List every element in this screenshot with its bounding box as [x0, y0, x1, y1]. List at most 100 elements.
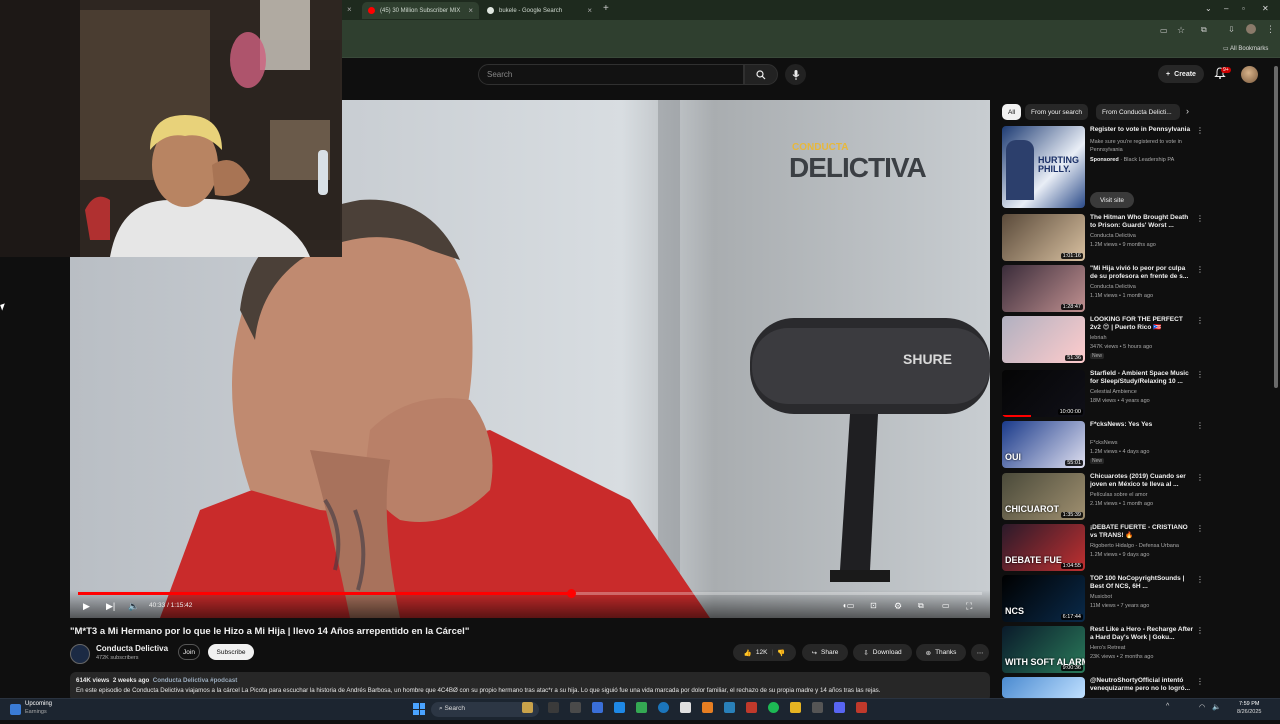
- app-icon-10[interactable]: [856, 702, 867, 713]
- more-vert-icon[interactable]: ⋮: [1196, 421, 1204, 430]
- video-thumbnail[interactable]: 1:01:16: [1002, 214, 1085, 261]
- all-bookmarks-button[interactable]: ▭ All Bookmarks: [1223, 45, 1268, 52]
- profile-icon[interactable]: [1246, 24, 1256, 34]
- app-icon-1[interactable]: [522, 702, 533, 713]
- video-thumbnail[interactable]: [1002, 677, 1085, 698]
- channel-name[interactable]: Conducta Delictiva: [1090, 233, 1136, 239]
- app-icon-6[interactable]: [702, 702, 713, 713]
- bookmark-star-icon[interactable]: ☆: [1177, 25, 1185, 36]
- more-vert-icon[interactable]: ⋮: [1196, 126, 1204, 135]
- video-title[interactable]: Chicuarotes (2019) Cuando ser joven en M…: [1090, 473, 1194, 489]
- close-window-icon[interactable]: ✕: [1262, 4, 1269, 13]
- widget-title[interactable]: Upcoming: [25, 701, 52, 707]
- channel-name[interactable]: Musicbot: [1090, 594, 1112, 600]
- visit-site-button[interactable]: Visit site: [1090, 192, 1134, 208]
- more-vert-icon[interactable]: ⋮: [1196, 677, 1204, 686]
- video-title[interactable]: Starfield - Ambient Space Music for Slee…: [1090, 370, 1194, 386]
- app-icon-5[interactable]: [680, 702, 691, 713]
- channel-name[interactable]: Rigoberto Hidalgo - Defensa Urbana: [1090, 543, 1179, 549]
- chrome-icon[interactable]: [658, 702, 669, 713]
- video-title[interactable]: Rest Like a Hero - Recharge After a Hard…: [1090, 626, 1194, 642]
- browser-menu-icon[interactable]: ⋮: [1266, 24, 1275, 35]
- fullscreen-icon[interactable]: ⛶: [966, 601, 972, 612]
- video-thumbnail[interactable]: CHICUAROT 1:35:39: [1002, 473, 1085, 520]
- volume-icon[interactable]: 🔈: [1212, 703, 1221, 711]
- video-thumbnail[interactable]: 10:00:00: [1002, 370, 1085, 417]
- download-button[interactable]: ⇩ Download: [853, 644, 912, 661]
- play-icon[interactable]: ▶: [83, 601, 90, 612]
- recommendation-item[interactable]: WITH SOFT ALARM 9:00:36 Rest Like a Hero -…: [1002, 626, 1204, 673]
- tray-chevron-icon[interactable]: ^: [1166, 703, 1169, 710]
- edge-icon[interactable]: [614, 702, 625, 713]
- video-title[interactable]: TOP 100 NoCopyrightSounds | Best Of NCS,…: [1090, 575, 1194, 591]
- recommendation-item[interactable]: CHICUAROT 1:35:39 Chicuarotes (2019) Cuand…: [1002, 473, 1204, 520]
- more-vert-icon[interactable]: ⋮: [1196, 214, 1204, 223]
- chip-from-your-search[interactable]: From your search: [1025, 104, 1088, 120]
- close-tab-icon[interactable]: ×: [468, 6, 473, 15]
- more-actions-button[interactable]: ⋯: [971, 644, 989, 661]
- video-title[interactable]: F*cksNews: Yes Yes: [1090, 421, 1194, 429]
- app-icon-9[interactable]: [812, 702, 823, 713]
- thanks-button[interactable]: ⊛ Thanks: [916, 644, 966, 661]
- description-tags[interactable]: Conducta Delictiva #podcast: [153, 677, 238, 684]
- progress-scrubber[interactable]: [566, 589, 576, 598]
- channel-name[interactable]: Celestial Ambience: [1090, 389, 1137, 395]
- recommendation-item[interactable]: OUI 55:01 F*cksNews: Yes Yes F*cksNews 1.2M …: [1002, 421, 1204, 468]
- recommendation-item[interactable]: 1:28:47 "Mi Hija vivió lo peor por culpa …: [1002, 265, 1204, 312]
- like-dislike-button[interactable]: 👍 12K | 👎: [733, 644, 796, 661]
- app-icon-4[interactable]: [636, 702, 647, 713]
- more-vert-icon[interactable]: ⋮: [1196, 265, 1204, 274]
- video-thumbnail[interactable]: 1:28:47: [1002, 265, 1085, 312]
- channel-name[interactable]: Conducta Delictiva: [96, 644, 168, 653]
- search-button[interactable]: [744, 64, 778, 85]
- tab-google-search[interactable]: bukele - Google Search ×: [481, 2, 598, 19]
- video-title[interactable]: @NeutroShortyOfficial intentó venequizar…: [1090, 677, 1194, 693]
- subtitles-icon[interactable]: ⊡: [870, 601, 877, 610]
- video-thumbnail[interactable]: WITH SOFT ALARM 9:00:36: [1002, 626, 1085, 673]
- channel-name[interactable]: F*cksNews: [1090, 440, 1118, 446]
- recommendation-item[interactable]: NCS 6:17:44 TOP 100 NoCopyrightSounds | Be…: [1002, 575, 1204, 622]
- extensions-icon[interactable]: ⧉: [1201, 25, 1207, 35]
- video-thumbnail[interactable]: 51:36: [1002, 316, 1085, 363]
- search-input[interactable]: Search: [478, 64, 744, 85]
- subscribe-button[interactable]: Subscribe: [208, 644, 254, 660]
- close-tab-icon[interactable]: ×: [587, 6, 592, 15]
- channel-name[interactable]: Conducta Delictiva: [1090, 284, 1136, 290]
- chip-all[interactable]: All: [1002, 104, 1022, 120]
- tab-search-icon[interactable]: ⌄: [1205, 4, 1212, 13]
- next-icon[interactable]: ▶|: [106, 601, 115, 612]
- video-thumbnail[interactable]: DEBATE FUE 1:04:55: [1002, 524, 1085, 571]
- recommendation-item[interactable]: 51:36 LOOKING FOR THE PERFECT 2v2 😍 | Pue…: [1002, 316, 1204, 363]
- video-thumbnail[interactable]: NCS 6:17:44: [1002, 575, 1085, 622]
- cast-icon[interactable]: ▭: [1160, 26, 1168, 35]
- dislike-icon[interactable]: 👎: [777, 649, 785, 657]
- voice-search-button[interactable]: [785, 64, 806, 85]
- miniplayer-icon[interactable]: ⧉: [918, 601, 924, 611]
- channel-name[interactable]: Películas sobre el amor: [1090, 492, 1147, 498]
- close-tab-icon[interactable]: ×: [347, 5, 352, 14]
- more-vert-icon[interactable]: ⋮: [1196, 316, 1204, 325]
- new-tab-icon[interactable]: +: [603, 3, 609, 14]
- app-icon-2[interactable]: [570, 702, 581, 713]
- recommendation-item[interactable]: 1:01:16 The Hitman Who Brought Death to P…: [1002, 214, 1204, 261]
- recommendation-item[interactable]: 10:00:00 Starfield - Ambient Space Music …: [1002, 370, 1204, 417]
- windows-start-icon[interactable]: [413, 703, 425, 715]
- account-avatar[interactable]: [1241, 66, 1258, 83]
- more-vert-icon[interactable]: ⋮: [1196, 575, 1204, 584]
- clock-time[interactable]: 7:59 PM: [1239, 701, 1259, 707]
- app-icon-7[interactable]: [724, 702, 735, 713]
- more-vert-icon[interactable]: ⋮: [1196, 524, 1204, 533]
- channel-avatar[interactable]: [70, 644, 90, 664]
- app-icon-8[interactable]: [746, 702, 757, 713]
- autoplay-toggle-icon[interactable]: ◖▭: [842, 601, 854, 610]
- task-view-icon[interactable]: [548, 702, 559, 713]
- video-thumbnail[interactable]: OUI 55:01: [1002, 421, 1085, 468]
- share-button[interactable]: ↪ Share: [802, 644, 848, 661]
- more-vert-icon[interactable]: ⋮: [1196, 626, 1204, 635]
- volume-icon[interactable]: 🔈: [128, 601, 139, 612]
- chevron-right-icon[interactable]: ›: [1186, 106, 1189, 116]
- discord-icon[interactable]: [834, 702, 845, 713]
- theater-mode-icon[interactable]: ▭: [942, 601, 950, 610]
- chip-from-channel[interactable]: From Conducta Delicti...: [1096, 104, 1180, 120]
- video-title[interactable]: "Mi Hija vivió lo peor por culpa de su p…: [1090, 265, 1194, 281]
